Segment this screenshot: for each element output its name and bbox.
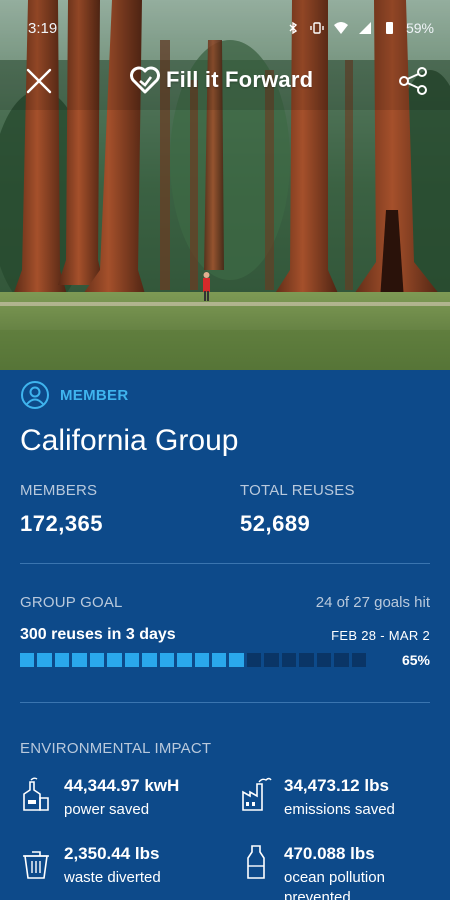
group-info-panel: MEMBER California Group MEMBERS 172,365 … [0, 370, 450, 900]
goals-hit-count: 24 of 27 goals hit [315, 594, 430, 611]
members-value: 172,365 [20, 511, 104, 536]
goal-progress-bar [20, 653, 367, 667]
progress-segment [72, 653, 87, 667]
wifi-icon [333, 22, 348, 34]
divider [20, 563, 430, 564]
progress-segment [299, 653, 314, 667]
progress-segment [159, 653, 175, 667]
battery-percent: 59% [405, 20, 434, 36]
member-role: MEMBER [60, 386, 129, 404]
impact-value: 470.088 lbs [284, 844, 375, 863]
brand-logo: Fill it Forward [130, 62, 313, 98]
progress-segment [54, 653, 70, 667]
bottle-icon [247, 845, 265, 879]
progress-segment [316, 653, 332, 667]
heart-logo-icon [130, 66, 160, 94]
members-stat: MEMBERS 172,365 [20, 482, 103, 537]
progress-segment [124, 653, 140, 667]
impact-item-waste: 2,350.44 lbs waste diverted [20, 844, 161, 888]
progress-segment [177, 653, 192, 667]
progress-segment [89, 653, 105, 667]
factory-icon [242, 777, 272, 811]
environmental-impact-label: ENVIRONMENTAL IMPACT [20, 740, 212, 757]
divider [20, 702, 430, 703]
goal-description: 300 reuses in 3 days [20, 626, 176, 643]
impact-item-power: 44,344.97 kwH power saved [20, 776, 179, 820]
goal-dates: FEB 28 - MAR 2 [331, 628, 430, 643]
share-icon[interactable] [396, 64, 430, 98]
progress-segment [281, 653, 297, 667]
battery-icon [385, 22, 393, 34]
progress-segment [229, 653, 244, 667]
brand-name: Fill it Forward [166, 67, 314, 92]
signal-icon [358, 22, 371, 34]
impact-item-ocean: 470.088 lbs ocean pollution prevented [240, 844, 434, 900]
group-title: California Group [20, 424, 239, 457]
impact-desc: emissions saved [284, 801, 395, 818]
member-badge: MEMBER [20, 380, 128, 410]
reuses-value: 52,689 [240, 511, 311, 536]
progress-segment [351, 653, 367, 667]
progress-segment [246, 653, 262, 667]
hero-image: 3:19 59% Fill it Forward [0, 0, 450, 370]
impact-value: 34,473.12 lbs [284, 776, 389, 795]
progress-segment [142, 653, 157, 667]
top-bar: Fill it Forward [0, 56, 450, 104]
status-time: 3:19 [28, 19, 58, 37]
progress-segment [37, 653, 52, 667]
power-plant-icon [23, 777, 49, 811]
impact-value: 2,350.44 lbs [64, 844, 160, 863]
impact-value: 44,344.97 kwH [64, 776, 180, 795]
progress-segment [107, 653, 122, 667]
status-bar: 3:19 59% [0, 0, 450, 56]
progress-segment [20, 653, 35, 667]
bluetooth-icon [289, 21, 298, 35]
impact-item-emissions: 34,473.12 lbs emissions saved [240, 776, 395, 820]
close-icon[interactable] [22, 64, 56, 98]
progress-segment [264, 653, 279, 667]
impact-desc: ocean pollution prevented [284, 869, 385, 900]
members-label: MEMBERS [20, 482, 98, 499]
group-goal-label: GROUP GOAL [20, 594, 123, 611]
user-circle-icon [21, 381, 49, 409]
progress-segment [211, 653, 227, 667]
goal-progress-percent: 65% [401, 652, 430, 668]
progress-segment [334, 653, 349, 667]
trash-icon [23, 851, 49, 879]
reuses-stat: TOTAL REUSES 52,689 [240, 482, 355, 537]
progress-segment [194, 653, 209, 667]
impact-desc: waste diverted [64, 869, 161, 886]
vibrate-icon [310, 22, 324, 34]
impact-desc: power saved [64, 801, 150, 818]
reuses-label: TOTAL REUSES [240, 482, 355, 499]
